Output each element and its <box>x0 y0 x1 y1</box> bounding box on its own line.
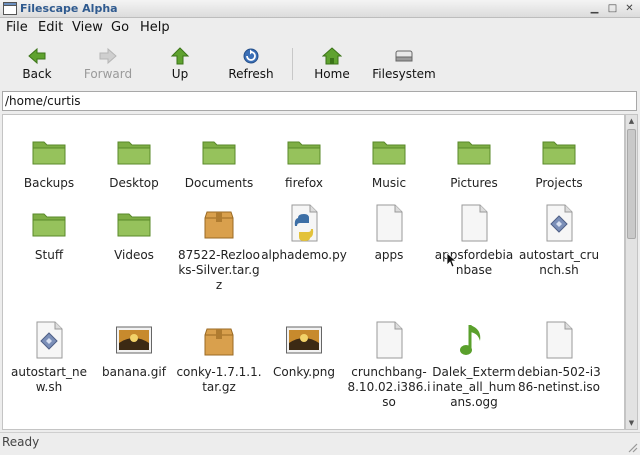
python-file-icon <box>291 204 318 242</box>
maximize-button[interactable]: □ <box>606 2 619 15</box>
file-name: Videos <box>114 248 154 262</box>
file-item[interactable]: 87522-Rezlooks-Silver.tar.gz <box>176 204 262 304</box>
text-file-icon <box>546 321 573 359</box>
resize-grip-icon[interactable] <box>626 441 638 453</box>
file-name: Music <box>371 176 407 190</box>
filesystem-button[interactable]: Filesystem <box>368 38 440 88</box>
folder-icon <box>117 213 151 237</box>
back-label: Back <box>22 67 52 81</box>
file-item[interactable]: appsfordebianbase <box>431 204 517 304</box>
drive-icon <box>395 50 413 62</box>
scroll-thumb[interactable] <box>627 129 636 239</box>
location-bar[interactable]: /home/curtis <box>2 91 637 111</box>
home-button[interactable]: Home <box>308 38 356 88</box>
image-file-icon <box>116 326 152 354</box>
folder-icon <box>32 213 66 237</box>
toolbar: Back Forward Up Refresh Home Filesystem <box>0 38 640 88</box>
file-name: conky-1.7.1.1.tar.gz <box>176 365 262 394</box>
file-name: autostart_new.sh <box>11 365 87 394</box>
archive-icon <box>204 328 234 356</box>
forward-button[interactable]: Forward <box>78 38 138 88</box>
archive-icon <box>204 211 234 239</box>
app-icon <box>3 2 17 15</box>
file-grid: Backups Desktop Documents firefox Music … <box>2 114 625 430</box>
status-text: Ready <box>2 435 40 449</box>
folder-icon <box>457 141 491 165</box>
file-item[interactable]: autostart_new.sh <box>6 321 92 421</box>
folder-icon <box>542 141 576 165</box>
menu-go[interactable]: Go <box>111 20 129 35</box>
file-name: Backups <box>23 176 75 190</box>
refresh-icon <box>243 48 259 64</box>
file-name: Conky.png <box>273 365 335 379</box>
scroll-up-arrow-icon[interactable]: ▲ <box>626 115 637 127</box>
audio-file-icon <box>460 325 481 355</box>
forward-arrow-icon <box>99 47 117 65</box>
menu-file[interactable]: File <box>6 20 28 35</box>
file-name: Stuff <box>34 248 64 262</box>
file-item[interactable]: Videos <box>91 204 177 304</box>
file-item[interactable]: banana.gif <box>91 321 177 421</box>
home-icon <box>322 47 342 65</box>
folder-icon <box>117 141 151 165</box>
title-bar: Filescape Alpha ▁ □ ✕ <box>0 0 640 18</box>
file-name: apps <box>374 248 404 262</box>
file-name: 87522-Rezlooks-Silver.tar.gz <box>177 248 260 292</box>
script-file-icon <box>36 321 63 359</box>
file-name: Desktop <box>109 176 159 190</box>
minimize-button[interactable]: ▁ <box>588 2 601 15</box>
up-button[interactable]: Up <box>155 38 205 88</box>
file-name: crunchbang-8.10.02.i386.iso <box>347 365 431 409</box>
folder-icon <box>372 141 406 165</box>
script-file-icon <box>546 204 573 242</box>
file-name: debian-502-i386-netinst.iso <box>517 365 601 394</box>
vertical-scrollbar[interactable]: ▲ ▼ <box>625 114 638 430</box>
toolbar-separator <box>292 48 293 80</box>
back-arrow-icon <box>28 47 46 65</box>
text-file-icon <box>376 204 403 242</box>
scroll-down-arrow-icon[interactable]: ▼ <box>626 417 637 429</box>
up-arrow-icon <box>170 47 190 65</box>
filesystem-label: Filesystem <box>372 67 436 81</box>
close-button[interactable]: ✕ <box>623 2 636 15</box>
mouse-cursor-icon <box>446 252 456 268</box>
file-item[interactable]: alphademo.py <box>261 204 347 304</box>
file-item[interactable]: Dalek_Exterminate_all_humans.ogg <box>431 321 517 421</box>
file-name: alphademo.py <box>261 248 347 262</box>
back-button[interactable]: Back <box>12 38 62 88</box>
file-item[interactable]: apps <box>346 204 432 304</box>
folder-icon <box>202 141 236 165</box>
folder-icon <box>32 141 66 165</box>
image-file-icon <box>286 326 322 354</box>
text-file-icon <box>461 204 488 242</box>
menu-edit[interactable]: Edit <box>38 20 63 35</box>
refresh-label: Refresh <box>228 67 274 81</box>
file-name: Documents <box>184 176 254 190</box>
file-item[interactable]: debian-502-i386-netinst.iso <box>516 321 602 421</box>
menu-view[interactable]: View <box>72 20 103 35</box>
up-label: Up <box>171 67 189 81</box>
menu-bar: File Edit View Go Help <box>0 18 640 38</box>
home-label: Home <box>314 67 350 81</box>
file-item[interactable]: crunchbang-8.10.02.i386.iso <box>346 321 432 421</box>
folder-icon <box>287 141 321 165</box>
file-name: appsfordebianbase <box>434 248 514 277</box>
file-name: firefox <box>285 176 323 190</box>
text-file-icon <box>376 321 403 359</box>
file-name: Dalek_Exterminate_all_humans.ogg <box>432 365 516 409</box>
file-item[interactable]: conky-1.7.1.1.tar.gz <box>176 321 262 421</box>
status-bar: Ready <box>0 432 640 455</box>
window-title: Filescape Alpha <box>20 2 118 15</box>
file-name: Pictures <box>450 176 498 190</box>
file-name: banana.gif <box>102 365 166 379</box>
file-item[interactable]: Conky.png <box>261 321 347 421</box>
location-path: /home/curtis <box>5 94 81 108</box>
file-name: autostart_crunch.sh <box>518 248 600 277</box>
forward-label: Forward <box>83 67 133 81</box>
file-item[interactable]: Stuff <box>6 204 92 304</box>
menu-help[interactable]: Help <box>140 20 170 35</box>
file-name: Projects <box>535 176 583 190</box>
file-item[interactable]: autostart_crunch.sh <box>516 204 602 304</box>
refresh-button[interactable]: Refresh <box>222 38 280 88</box>
